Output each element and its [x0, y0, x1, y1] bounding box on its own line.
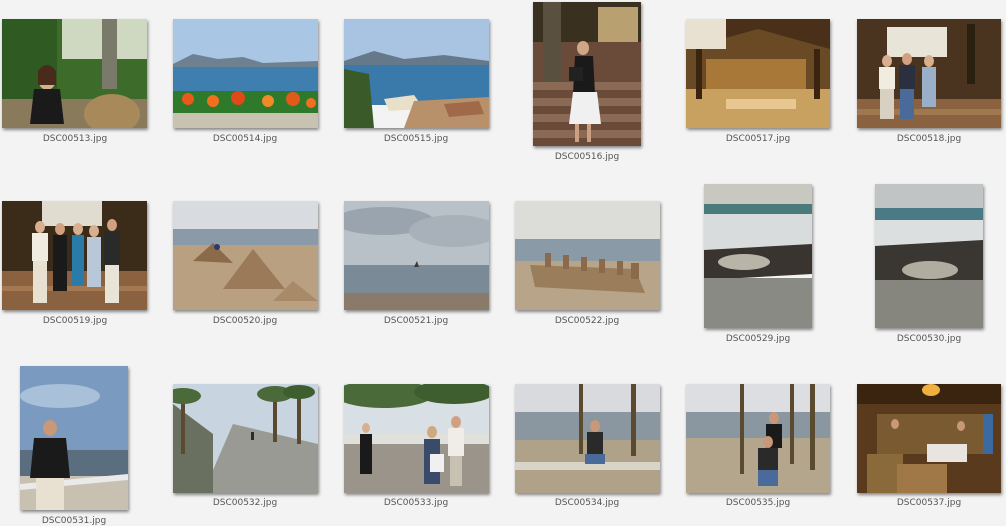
photo-dsc00515	[344, 19, 489, 128]
thumbnail-dsc00517[interactable]	[686, 19, 830, 128]
thumbnail-dsc00535[interactable]	[686, 384, 830, 493]
photo-dsc00532	[173, 384, 318, 493]
photo-dsc00517	[686, 19, 830, 128]
thumbnail-dsc00537[interactable]	[857, 384, 1001, 493]
thumbnail-caption: DSC00513.jpg	[42, 134, 108, 144]
thumbnail-dsc00521[interactable]	[344, 201, 489, 310]
thumbnail-dsc00513[interactable]	[2, 19, 147, 128]
thumbnail-dsc00530[interactable]	[875, 184, 983, 328]
photo-dsc00514	[173, 19, 318, 128]
thumbnail-dsc00522[interactable]	[515, 201, 660, 310]
thumbnail-caption: DSC00531.jpg	[41, 516, 107, 526]
thumbnail-caption: DSC00515.jpg	[383, 134, 449, 144]
thumbnail-caption: DSC00532.jpg	[212, 498, 278, 508]
photo-dsc00534	[515, 384, 660, 493]
thumbnail-caption: DSC00522.jpg	[554, 316, 620, 326]
photo-dsc00521	[344, 201, 489, 310]
photo-dsc00533	[344, 384, 489, 493]
thumbnail-dsc00534[interactable]	[515, 384, 660, 493]
thumbnail-caption: DSC00521.jpg	[383, 316, 449, 326]
photo-dsc00520	[173, 201, 318, 310]
thumbnail-caption: DSC00516.jpg	[554, 152, 620, 162]
photo-dsc00518	[857, 19, 1001, 128]
thumbnail-caption: DSC00533.jpg	[383, 498, 449, 508]
thumbnail-caption: DSC00534.jpg	[554, 498, 620, 508]
thumbnail-dsc00531[interactable]	[20, 366, 128, 510]
photo-dsc00535	[686, 384, 830, 493]
thumbnail-dsc00520[interactable]	[173, 201, 318, 310]
thumbnail-dsc00518[interactable]	[857, 19, 1001, 128]
photo-dsc00519	[2, 201, 147, 310]
photo-dsc00531	[20, 366, 128, 510]
thumbnail-dsc00514[interactable]	[173, 19, 318, 128]
thumbnail-caption: DSC00514.jpg	[212, 134, 278, 144]
thumbnail-caption: DSC00518.jpg	[896, 134, 962, 144]
thumbnail-dsc00519[interactable]	[2, 201, 147, 310]
photo-dsc00513	[2, 19, 147, 128]
photo-dsc00522	[515, 201, 660, 310]
photo-dsc00529	[704, 184, 812, 328]
thumbnail-caption: DSC00517.jpg	[725, 134, 791, 144]
thumbnail-dsc00532[interactable]	[173, 384, 318, 493]
thumbnail-caption: DSC00535.jpg	[725, 498, 791, 508]
thumbnail-dsc00529[interactable]	[704, 184, 812, 328]
thumbnail-caption: DSC00519.jpg	[42, 316, 108, 326]
thumbnail-dsc00533[interactable]	[344, 384, 489, 493]
photo-dsc00537	[857, 384, 1001, 493]
thumbnail-dsc00515[interactable]	[344, 19, 489, 128]
thumbnail-caption: DSC00529.jpg	[725, 334, 791, 344]
thumbnail-caption: DSC00537.jpg	[896, 498, 962, 508]
thumbnail-dsc00516[interactable]	[533, 2, 641, 146]
photo-dsc00516	[533, 2, 641, 146]
thumbnail-caption: DSC00530.jpg	[896, 334, 962, 344]
photo-dsc00530	[875, 184, 983, 328]
thumbnail-caption: DSC00520.jpg	[212, 316, 278, 326]
